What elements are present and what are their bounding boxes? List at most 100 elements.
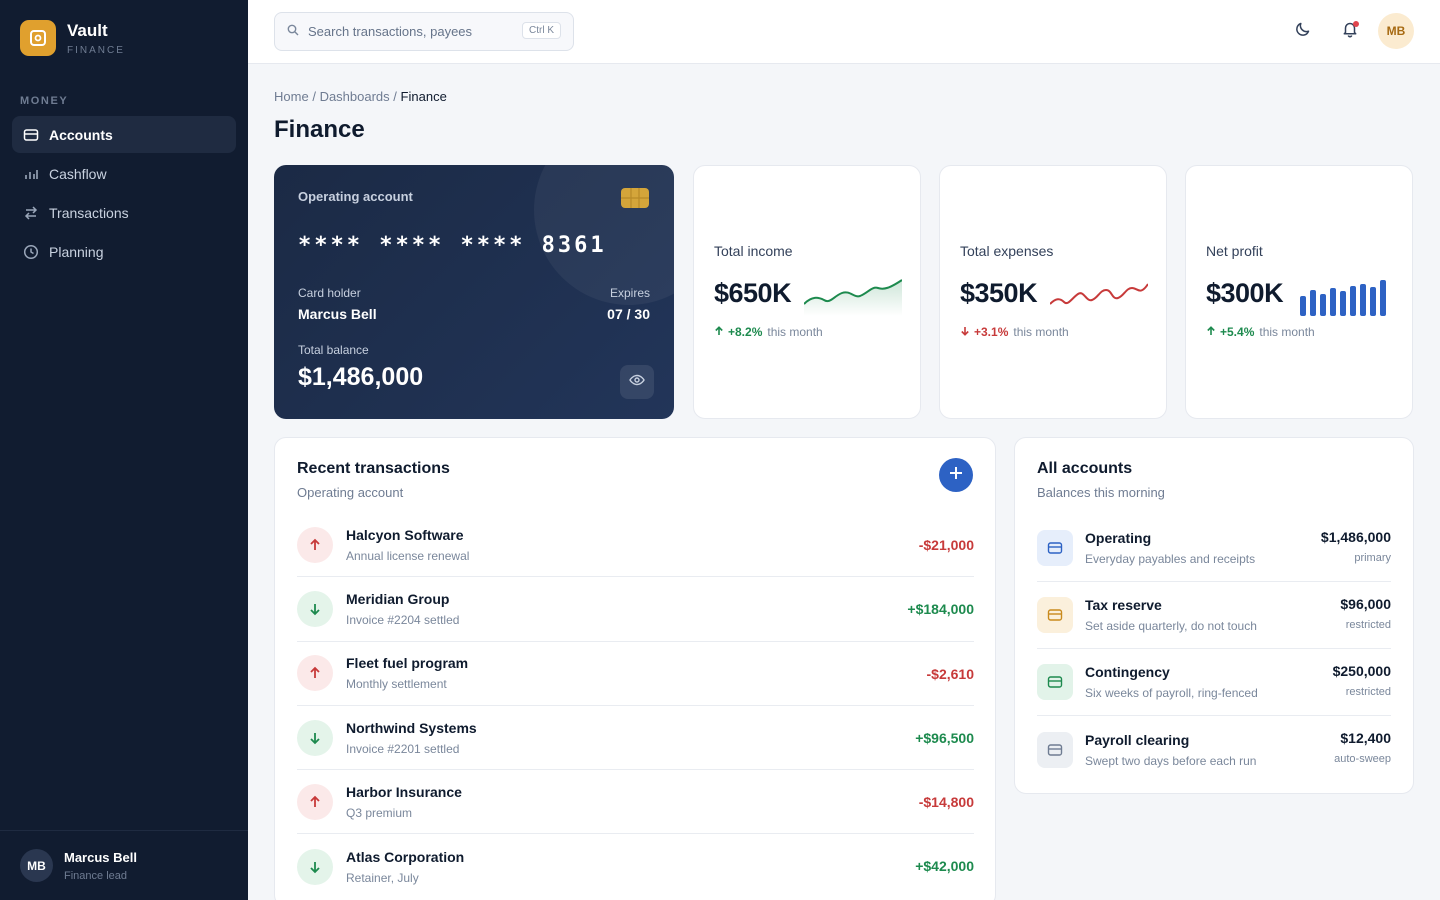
account-description: Everyday payables and receipts <box>1085 552 1256 566</box>
stat-value: $300K <box>1206 278 1284 308</box>
list-item[interactable]: Payroll clearing Swept two days before e… <box>1037 716 1391 783</box>
breadcrumb-home[interactable]: Home <box>274 89 309 104</box>
search-icon <box>287 23 299 41</box>
avatar[interactable]: MB <box>1378 13 1414 49</box>
nav-section-label: MONEY <box>20 95 69 107</box>
page-title: Finance <box>274 116 365 143</box>
arrow-up-icon <box>297 783 333 820</box>
search-box[interactable]: Ctrl K <box>274 12 574 51</box>
sidebar-item-planning[interactable]: Planning <box>12 233 236 270</box>
expenses-sparkline <box>1050 283 1148 305</box>
breadcrumb-dashboards[interactable]: Dashboards <box>320 89 390 104</box>
arrow-down-icon <box>297 719 333 756</box>
topbar: Ctrl K MB <box>248 0 1440 64</box>
search-shortcut: Ctrl K <box>522 22 561 39</box>
accounts-list: Operating Everyday payables and receipts… <box>1037 515 1391 783</box>
list-item[interactable]: Atlas Corporation Retainer, July +$42,00… <box>297 834 974 898</box>
notifications-button[interactable] <box>1339 20 1361 42</box>
arrow-down-icon <box>297 590 333 627</box>
panel-title: Recent transactions <box>297 460 450 477</box>
stat-label: Total income <box>714 243 793 259</box>
wallet-icon <box>1037 597 1073 633</box>
stat-delta-percent: +3.1% <box>974 325 1009 339</box>
brand-subtitle: FINANCE <box>67 44 125 56</box>
arrow-up-icon <box>1206 325 1216 339</box>
list-item[interactable]: Operating Everyday payables and receipts… <box>1037 515 1391 582</box>
account-tag: auto-sweep <box>1334 753 1391 765</box>
panel-title: All accounts <box>1037 460 1133 477</box>
list-item[interactable]: Fleet fuel program Monthly settlement -$… <box>297 642 974 706</box>
brand[interactable]: Vault FINANCE <box>20 20 125 56</box>
arrow-up-icon <box>297 655 333 692</box>
wallet-icon <box>1037 530 1073 566</box>
account-tag: restricted <box>1345 619 1391 631</box>
transaction-description: Invoice #2204 settled <box>346 612 460 627</box>
card-holder-name: Marcus Bell <box>298 306 377 322</box>
sidebar-item-label: Cashflow <box>49 165 107 182</box>
balance-value: $1,486,000 <box>298 363 424 391</box>
stat-delta: +5.4% this month <box>1206 325 1315 339</box>
list-item[interactable]: Contingency Six weeks of payroll, ring-f… <box>1037 649 1391 716</box>
sidebar-item-transactions[interactable]: Transactions <box>12 194 236 231</box>
account-tag: restricted <box>1345 686 1391 698</box>
list-item[interactable]: Halcyon Software Annual license renewal … <box>297 513 974 578</box>
wallet-icon <box>1037 664 1073 700</box>
sidebar-item-label: Planning <box>49 243 104 260</box>
panel-subtitle: Operating account <box>297 485 404 500</box>
toggle-visibility-button[interactable] <box>620 365 654 399</box>
stat-delta-percent: +8.2% <box>728 325 763 339</box>
user-name: Marcus Bell <box>64 849 137 865</box>
stat-delta: +8.2% this month <box>714 325 823 339</box>
list-item[interactable]: Tax reserve Set aside quarterly, do not … <box>1037 582 1391 649</box>
transaction-description: Invoice #2201 settled <box>346 741 460 756</box>
income-sparkline <box>804 279 902 316</box>
user-role: Finance lead <box>64 869 127 882</box>
transactions-list: Halcyon Software Annual license renewal … <box>297 513 974 899</box>
theme-toggle-button[interactable] <box>1292 20 1314 42</box>
stat-label: Net profit <box>1206 243 1263 259</box>
sidebar-user[interactable]: MB Marcus Bell Finance lead <box>0 830 248 900</box>
account-description: Swept two days before each run <box>1085 753 1257 768</box>
breadcrumb-separator: / <box>393 89 397 104</box>
list-item[interactable]: Northwind Systems Invoice #2201 settled … <box>297 706 974 771</box>
transaction-name: Fleet fuel program <box>346 655 469 672</box>
sidebar-item-label: Transactions <box>49 204 129 221</box>
arrow-up-icon <box>714 325 724 339</box>
account-description: Set aside quarterly, do not touch <box>1085 619 1257 633</box>
breadcrumb-current: Finance <box>400 89 447 104</box>
sidebar-item-label: Accounts <box>49 126 113 143</box>
transaction-description: Retainer, July <box>346 870 419 885</box>
sidebar-item-accounts[interactable]: Accounts <box>12 116 236 153</box>
list-item[interactable]: Meridian Group Invoice #2204 settled +$1… <box>297 577 974 642</box>
sidebar-item-cashflow[interactable]: Cashflow <box>12 155 236 192</box>
stat-card-expenses: Total expenses $350K +3.1% this month <box>939 165 1167 419</box>
transaction-amount: +$96,500 <box>915 729 974 746</box>
stat-value: $650K <box>714 278 792 308</box>
account-balance: $12,400 <box>1340 730 1391 746</box>
list-item[interactable]: Harbor Insurance Q3 premium -$14,800 <box>297 770 974 835</box>
account-name: Payroll clearing <box>1085 731 1190 748</box>
arrow-down-icon <box>297 848 333 885</box>
account-description: Six weeks of payroll, ring-fenced <box>1085 686 1258 700</box>
recent-transactions-panel: Recent transactions Operating account Ha… <box>274 437 996 900</box>
stat-delta-suffix: this month <box>1259 325 1315 339</box>
stat-value: $350K <box>960 278 1038 308</box>
stat-card-net-profit: Net profit $300K +5.4% this month <box>1185 165 1413 419</box>
account-card: Operating account **** **** **** 8361 Ca… <box>274 165 674 419</box>
transaction-amount: +$184,000 <box>907 601 974 618</box>
transaction-amount: +$42,000 <box>915 858 974 875</box>
transaction-description: Q3 premium <box>346 805 413 820</box>
card-number: **** **** **** 8361 <box>298 233 607 258</box>
plus-icon <box>949 466 963 485</box>
avatar: MB <box>20 849 53 882</box>
moon-icon <box>1294 20 1312 43</box>
sidebar: Vault FINANCE MONEY Accounts Cashflow Tr… <box>0 0 248 900</box>
transaction-description: Annual license renewal <box>346 548 470 563</box>
search-input[interactable] <box>308 24 508 39</box>
account-name: Operating <box>1085 530 1152 546</box>
stat-delta: +3.1% this month <box>960 325 1069 339</box>
net-profit-bar-chart <box>1300 280 1386 316</box>
notification-dot <box>1353 21 1359 27</box>
eye-icon <box>629 372 645 393</box>
add-transaction-button[interactable] <box>939 458 973 492</box>
